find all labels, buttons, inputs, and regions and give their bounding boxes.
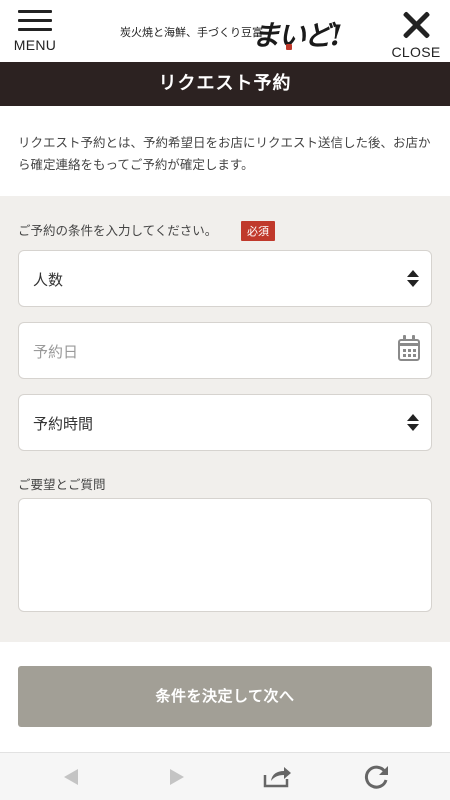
share-icon[interactable]: [262, 765, 292, 789]
hamburger-icon: [18, 10, 52, 31]
header: MENU 炭火焼と海鮮、手づくり豆富 まいど! CLOSE: [0, 0, 450, 62]
forward-arrow-icon[interactable]: [170, 769, 184, 785]
menu-label: MENU: [13, 37, 57, 53]
menu-button[interactable]: MENU: [10, 10, 60, 56]
brand-logo[interactable]: 炭火焼と海鮮、手づくり豆富 まいど!: [120, 14, 342, 52]
page-title-bar: リクエスト予約: [0, 62, 450, 106]
time-select[interactable]: 予約時間: [18, 394, 432, 451]
request-label: ご要望とご質問: [18, 477, 106, 492]
submit-button[interactable]: 条件を決定して次へ: [18, 666, 432, 727]
submit-label: 条件を決定して次へ: [155, 687, 295, 705]
close-icon: [401, 10, 431, 40]
page-title: リクエスト予約: [158, 73, 292, 94]
updown-arrows-icon: [407, 414, 419, 432]
browser-toolbar: [0, 752, 450, 800]
calendar-icon[interactable]: [398, 335, 420, 361]
party-size-select[interactable]: 人数: [18, 250, 432, 307]
brand-seal-icon: [286, 44, 292, 50]
intro-text: リクエスト予約とは、予約希望日をお店にリクエスト送信した後、お店から確定連絡をも…: [18, 135, 431, 172]
time-value: 予約時間: [33, 415, 94, 433]
conditions-label: ご予約の条件を入力してください。: [18, 223, 218, 238]
brand-logo-text: まいど!: [252, 19, 342, 52]
brand-tagline: 炭火焼と海鮮、手づくり豆富: [120, 26, 263, 39]
party-size-value: 人数: [33, 271, 64, 289]
updown-arrows-icon: [407, 270, 419, 288]
date-input[interactable]: 予約日: [18, 322, 432, 379]
reservation-form: ご予約の条件を入力してください。 必須 人数 予約日 予約時間 ご要望とご質問: [0, 196, 450, 642]
close-button[interactable]: CLOSE: [388, 10, 444, 60]
request-textarea[interactable]: [18, 498, 432, 612]
back-arrow-icon[interactable]: [64, 769, 78, 785]
close-label: CLOSE: [391, 44, 441, 60]
reload-icon[interactable]: [364, 764, 390, 790]
date-placeholder: 予約日: [33, 343, 79, 361]
required-badge: 必須: [241, 221, 275, 241]
